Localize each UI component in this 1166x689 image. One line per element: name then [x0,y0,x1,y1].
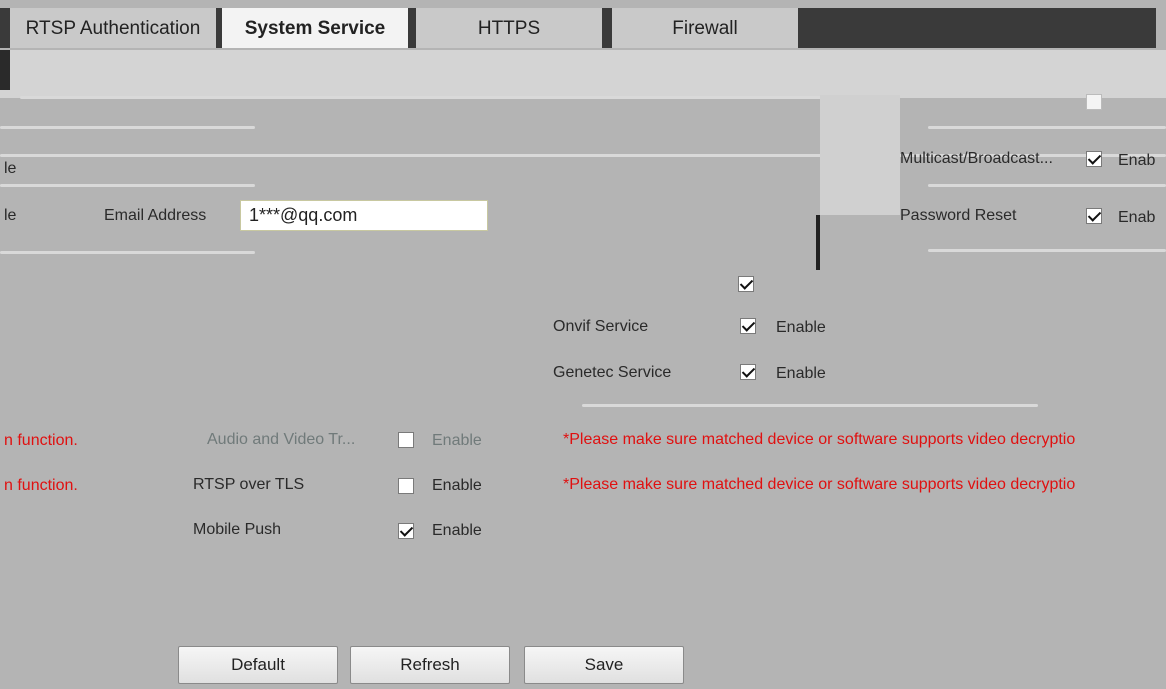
header-band [0,50,1166,98]
separator-line [0,126,255,129]
decryption-warning: *Please make sure matched device or soft… [563,476,1076,493]
left-enable-text: le [4,207,17,224]
refresh-button[interactable]: Refresh [350,646,510,684]
email-address-field[interactable] [240,200,488,231]
mobile-push-label: Mobile Push [193,521,282,538]
separator-line [0,184,255,187]
partial-checkbox[interactable] [1086,94,1102,110]
multicast-enable-text: Enab [1118,152,1156,169]
tab-system-service[interactable]: System Service [222,8,408,48]
overlay-panel [820,95,900,215]
save-button[interactable]: Save [524,646,684,684]
audio-video-enable-text: Enable [432,432,482,449]
rtsp-over-tls-label: RTSP over TLS [193,476,305,493]
tab-rtsp-authentication[interactable]: RTSP Authentication [10,8,216,48]
decryption-warning: *Please make sure matched device or soft… [563,431,1076,448]
mobile-push-checkbox[interactable] [398,523,414,539]
genetec-enable-text: Enable [776,365,826,382]
notice-text: n function. [4,477,78,494]
password-reset-label: Password Reset [900,207,1017,224]
genetec-enable-checkbox[interactable] [740,364,756,380]
mobile-push-enable-text: Enable [432,522,482,539]
service-checkbox[interactable] [738,276,754,292]
separator-line [928,249,1166,252]
onvif-service-label: Onvif Service [553,318,649,335]
email-address-label: Email Address [104,207,207,224]
genetec-service-label: Genetec Service [553,364,672,381]
left-divider [0,50,10,90]
password-reset-checkbox[interactable] [1086,208,1102,224]
rtsp-over-tls-checkbox[interactable] [398,478,414,494]
separator-line [928,184,1166,187]
multicast-broadcast-label: Multicast/Broadcast... [900,150,1053,167]
separator-line [928,126,1166,129]
tab-firewall[interactable]: Firewall [612,8,798,48]
rtsp-over-tls-enable-text: Enable [432,477,482,494]
tab-https[interactable]: HTTPS [416,8,602,48]
password-reset-enable-text: Enab [1118,209,1156,226]
panel-edge [816,215,820,270]
separator-line [582,404,1038,407]
left-enable-text: le [4,160,17,177]
audio-video-enable-checkbox[interactable] [398,432,414,448]
default-button[interactable]: Default [178,646,338,684]
onvif-enable-checkbox[interactable] [740,318,756,334]
separator-line [20,96,840,99]
audio-video-transmission-label: Audio and Video Tr... [207,431,356,448]
onvif-enable-text: Enable [776,319,826,336]
notice-text: n function. [4,432,78,449]
separator-line [0,251,255,254]
multicast-enable-checkbox[interactable] [1086,151,1102,167]
